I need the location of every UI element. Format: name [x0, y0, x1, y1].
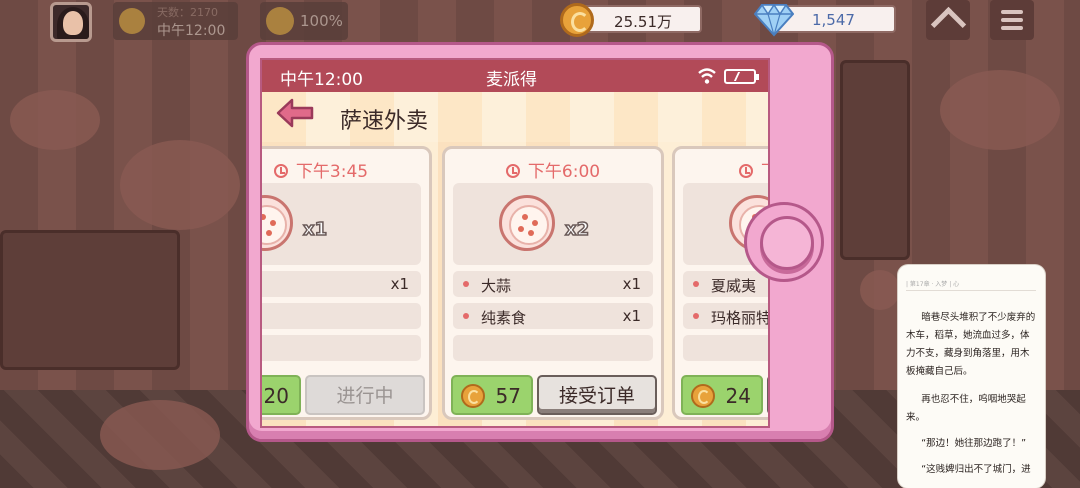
novel-paragraph: 暗巷尽头堆积了不少废弃的木车，稻草，她流血过多，体力不支，藏身到角落里，用木板掩… [906, 312, 1036, 377]
coin-balance[interactable]: 25.51万 [560, 3, 702, 37]
phone-screen: 中午12:00 麦派得 萨速外卖 下午3:45 x1 l花 [260, 58, 770, 428]
novel-paragraph: “这贱婢归出不了城门，进 [921, 464, 1031, 475]
novel-paragraph: 再也忍不住，呜咽地哭起来。 [906, 394, 1026, 423]
novel-reader-card[interactable]: | 第17章 · 入梦 | 心 暗巷尽头堆积了不少废弃的木车，稻草，她流血过多，… [898, 265, 1045, 488]
clock-icon [273, 164, 288, 178]
smile-icon [266, 7, 294, 35]
topping-row-empty [683, 335, 768, 361]
chapter-meta: | 第17章 · 入梦 | 心 [906, 279, 1036, 291]
wifi-icon [698, 68, 716, 84]
order-card[interactable]: 下午6:00 x2 大蒜 x1 纯素食 x1 57 接受订单 [442, 146, 664, 420]
order-deadline: 下午3:45 [262, 157, 429, 182]
order-deadline: 下 [675, 157, 768, 182]
sun-icon [119, 8, 145, 34]
diamond-icon [754, 3, 794, 37]
gem-value: 1,547 [812, 11, 855, 29]
app-title: 麦派得 [486, 70, 537, 90]
phone-home-button[interactable] [744, 202, 824, 282]
order-reward: 24 [681, 375, 763, 415]
novel-paragraph: “那边！她往那边跑了！” [921, 438, 1027, 449]
mood-meter: 100% [260, 2, 348, 40]
coin-icon [461, 384, 485, 408]
collapse-up-button[interactable] [926, 0, 970, 40]
topping-row: l花 x1 [262, 271, 421, 297]
dish-quantity: x1 [302, 218, 328, 241]
gem-balance[interactable]: 1,547 [754, 3, 896, 37]
pizza-icon [499, 195, 555, 251]
topping-row-empty [262, 303, 421, 329]
page-title: 萨速外卖 [340, 109, 429, 134]
topping-row-empty [262, 335, 421, 361]
order-reward: 57 [451, 375, 533, 415]
coin-value: 25.51万 [614, 13, 672, 31]
pizza-icon [262, 195, 293, 251]
accept-order-button[interactable]: 接受订单 [537, 375, 657, 415]
weather-time-panel: 天数：2170 中午12:00 [113, 2, 238, 40]
dish-box: x2 [453, 183, 653, 265]
order-action-button[interactable] [767, 375, 768, 415]
topping-row: 大蒜 x1 [453, 271, 653, 297]
clock-icon [739, 164, 753, 178]
battery-icon [724, 69, 759, 84]
topping-row: 玛格丽特 [683, 303, 768, 329]
mood-percent: 100% [300, 12, 343, 30]
order-deadline: 下午6:00 [445, 157, 661, 182]
game-time: 中午12:00 [157, 23, 226, 39]
coin-icon [560, 3, 594, 37]
dish-box: x1 [262, 183, 421, 265]
order-reward: 20 [262, 375, 301, 415]
menu-button[interactable] [990, 0, 1034, 40]
status-bar: 中午12:00 麦派得 [262, 60, 768, 92]
clock-icon [505, 164, 520, 178]
player-avatar[interactable] [50, 2, 92, 42]
topping-row-empty [453, 335, 653, 361]
back-arrow-icon[interactable] [276, 98, 314, 128]
topping-row: 夏威夷 [683, 271, 768, 297]
status-time: 中午12:00 [280, 70, 363, 90]
coin-icon [691, 384, 715, 408]
order-card[interactable]: 下 夏威夷 玛格丽特 24 [672, 146, 768, 420]
app-header [262, 92, 768, 142]
topping-row: 纯素食 x1 [453, 303, 653, 329]
day-counter: 天数：2170 [157, 6, 218, 19]
order-list[interactable]: 下午3:45 x1 l花 x1 20 进行中 下午6:00 [262, 142, 768, 426]
in-progress-button[interactable]: 进行中 [305, 375, 425, 415]
dish-quantity: x2 [564, 218, 590, 241]
order-card[interactable]: 下午3:45 x1 l花 x1 20 进行中 [262, 146, 432, 420]
